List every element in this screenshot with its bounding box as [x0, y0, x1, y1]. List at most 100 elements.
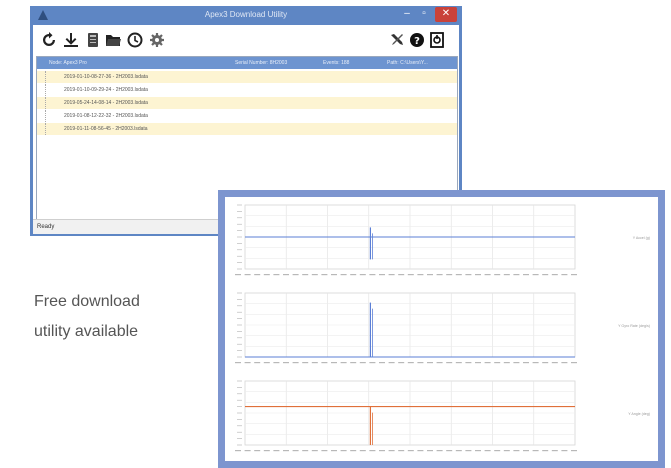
x-tick-label [379, 362, 385, 364]
x-tick-label [407, 274, 414, 276]
caption-line-2: utility available [34, 323, 139, 340]
column-header[interactable]: Serial Number: 8H2003 [235, 57, 287, 69]
x-tick-label [484, 362, 491, 364]
x-tick-label [273, 362, 280, 364]
x-tick-label [359, 274, 366, 276]
x-tick-label [513, 274, 520, 276]
x-tick-label [475, 274, 481, 276]
legend-entry: Y Gyro Rate (deg/s) [618, 324, 650, 328]
x-tick-label [417, 362, 424, 364]
close-button[interactable]: ✕ [435, 7, 457, 22]
tree-line [45, 97, 54, 109]
x-tick-label [551, 450, 558, 452]
x-tick-label [427, 362, 433, 364]
file-name: 2019-01-10-09-29-24 - 2H2003.lsdata [64, 87, 148, 93]
list-item[interactable]: 2019-01-08-12-22-32 - 2H2003.lsdata [37, 110, 457, 122]
x-tick-label [302, 274, 309, 276]
x-tick-label [292, 274, 299, 276]
x-tick-label [321, 450, 328, 452]
x-tick-label [235, 362, 241, 364]
minimize-button[interactable]: – [399, 7, 415, 22]
x-tick-label [379, 274, 385, 276]
x-tick-label [311, 450, 318, 452]
card-icon[interactable] [85, 32, 101, 48]
x-tick-label [455, 362, 462, 364]
x-tick-label [254, 274, 261, 276]
help-icon[interactable]: ? [409, 32, 425, 48]
x-tick-label [263, 450, 270, 452]
x-tick-label [244, 362, 251, 364]
settings-icon[interactable] [149, 32, 165, 48]
x-tick-label [494, 362, 501, 364]
download-icon[interactable] [63, 32, 79, 48]
chart-window: Y Accel (g) Y Gyro Rate (deg/s) Y Angle (d… [218, 190, 665, 468]
caption: Free download utility available [34, 287, 204, 347]
x-tick-label [244, 274, 251, 276]
x-tick-label [436, 362, 443, 364]
title-bar[interactable]: Apex3 Download Utility – ▫ ✕ [30, 6, 462, 25]
folder-icon[interactable] [105, 32, 121, 48]
x-tick-label [532, 450, 539, 452]
x-tick-label [244, 450, 251, 452]
tools-icon[interactable] [389, 32, 405, 48]
x-tick-label [407, 450, 414, 452]
list-header: Node: Apex3 Pro Serial Number: 8H2003 Ev… [37, 57, 457, 69]
maximize-button[interactable]: ▫ [416, 7, 432, 22]
x-tick-label [292, 362, 299, 364]
window-title: Apex3 Download Utility [204, 10, 288, 19]
x-tick-label [446, 450, 453, 452]
x-tick-label [273, 274, 280, 276]
x-tick-label [542, 362, 549, 364]
x-tick-label [503, 274, 510, 276]
x-tick-label [484, 274, 491, 276]
file-name: 2019-01-11-08-56-45 - 2H2003.lsdata [64, 126, 148, 132]
x-tick-label [388, 362, 395, 364]
x-tick-label [359, 362, 366, 364]
column-header[interactable]: Node: Apex3 Pro [49, 57, 87, 69]
x-tick-label [369, 362, 376, 364]
x-tick-label [417, 450, 424, 452]
x-tick-label [273, 450, 280, 452]
x-tick-label [561, 274, 568, 276]
x-tick-label [446, 274, 453, 276]
list-item[interactable]: 2019-01-11-08-56-45 - 2H2003.lsdata [37, 123, 457, 135]
file-name: 2019-05-24-14-08-14 - 2H2003.lsdata [64, 100, 148, 106]
x-tick-label [446, 362, 453, 364]
x-tick-label [359, 450, 366, 452]
x-tick-label [398, 450, 405, 452]
list-item[interactable]: 2019-05-24-14-08-14 - 2H2003.lsdata [37, 97, 457, 109]
refresh-icon[interactable] [41, 32, 57, 48]
x-tick-label [302, 362, 309, 364]
x-tick-label [407, 362, 414, 364]
x-tick-label [523, 450, 529, 452]
x-tick-label [388, 274, 395, 276]
x-tick-label [340, 274, 347, 276]
x-tick-label [263, 362, 270, 364]
list-item[interactable]: 2019-01-10-08-27-36 - 2H2003.lsdata [37, 71, 457, 83]
x-tick-label [369, 274, 376, 276]
caption-line-1: Free download [34, 293, 140, 310]
x-tick-label [436, 450, 443, 452]
column-header[interactable]: Events: 188 [323, 57, 349, 69]
x-tick-label [311, 274, 318, 276]
x-tick-label [561, 362, 568, 364]
x-tick-label [503, 362, 510, 364]
legend-entry: Y Accel (g) [633, 236, 650, 240]
toolbar: ? [33, 25, 459, 55]
x-tick-label [398, 362, 405, 364]
x-tick-label [321, 274, 328, 276]
x-tick-label [350, 362, 357, 364]
column-header[interactable]: Path: C:\Users\Y... [387, 57, 428, 69]
x-tick-label [465, 450, 472, 452]
file-name: 2019-01-08-12-22-32 - 2H2003.lsdata [64, 113, 148, 119]
x-tick-label [523, 362, 529, 364]
x-tick-label [494, 450, 501, 452]
x-tick-label [484, 450, 491, 452]
x-tick-label [542, 450, 549, 452]
x-tick-label [427, 450, 433, 452]
x-tick-label [331, 362, 337, 364]
exit-icon[interactable] [429, 32, 445, 48]
x-tick-label [436, 274, 443, 276]
list-item[interactable]: 2019-01-10-09-29-24 - 2H2003.lsdata [37, 84, 457, 96]
clock-icon[interactable] [127, 32, 143, 48]
